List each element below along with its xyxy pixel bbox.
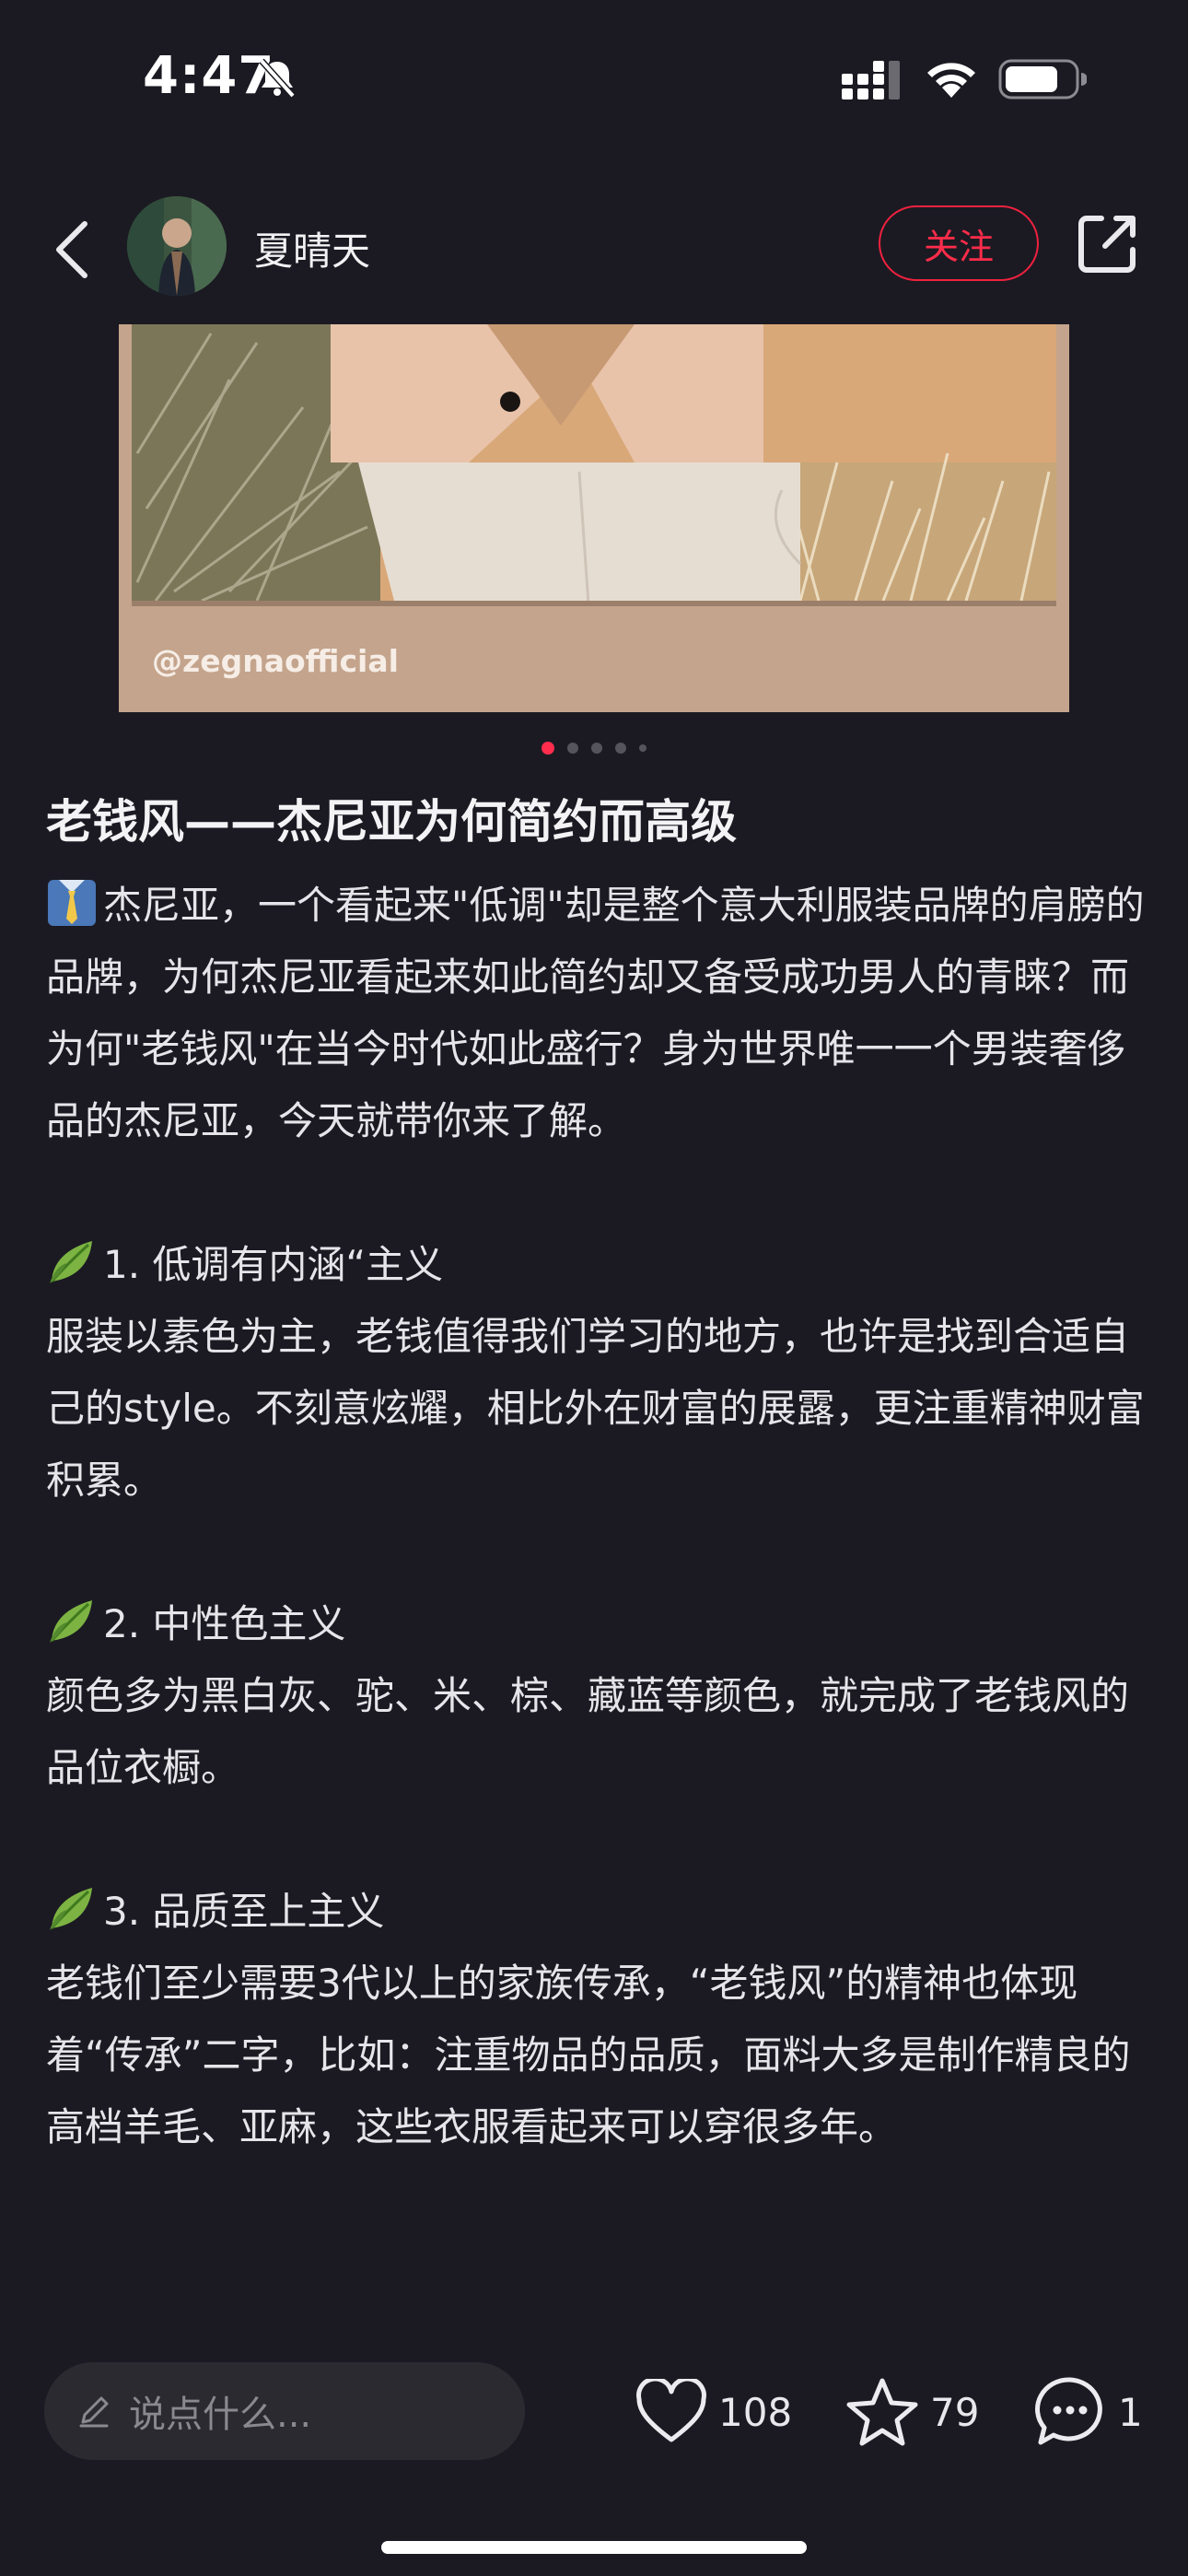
section-heading-text: 2. 中性色主义	[103, 1601, 346, 1646]
status-bar: 4:47	[0, 0, 1188, 166]
pencil-icon	[79, 2396, 109, 2428]
like-count: 108	[718, 2389, 793, 2435]
chevron-left-icon	[56, 221, 87, 278]
collect-button[interactable]: 79	[845, 2368, 979, 2456]
like-button[interactable]: 108	[635, 2368, 792, 2456]
leaf-emoji-icon	[50, 1241, 92, 1283]
carousel-dot-active[interactable]	[542, 742, 554, 755]
post-title: 老钱风——杰尼亚为何简约而高级	[46, 795, 737, 849]
author-name[interactable]: 夏晴天	[254, 220, 370, 276]
bell-mute-icon	[259, 58, 296, 99]
wifi-icon	[927, 63, 975, 98]
post-intro: 杰尼亚，一个看起来"低调"却是整个意大利服装品牌的肩膀的品牌，为何杰尼亚看起来如…	[46, 870, 1151, 1157]
post-body: 杰尼亚，一个看起来"低调"却是整个意大利服装品牌的肩膀的品牌，为何杰尼亚看起来如…	[46, 870, 1151, 2163]
share-button[interactable]	[1074, 209, 1142, 277]
cellular-signal-icon	[842, 61, 900, 100]
home-indicator[interactable]	[381, 2541, 807, 2554]
section-heading: 3. 品质至上主义	[46, 1876, 1151, 1948]
status-time: 4:47	[143, 46, 275, 106]
post-image[interactable]: @zegnaofficial	[119, 324, 1069, 712]
comment-placeholder: 说点什么...	[129, 2394, 312, 2436]
necktie-shirt-emoji-icon	[48, 880, 96, 926]
carousel-dot[interactable]	[567, 743, 578, 754]
carousel-dot[interactable]	[615, 743, 626, 754]
section-heading: 1. 低调有内涵“主义	[46, 1229, 1151, 1301]
follow-button[interactable]: 关注	[879, 205, 1039, 281]
section-text: 服装以素色为主，老钱值得我们学习的地方，也许是找到合适自己的style。不刻意炫…	[46, 1314, 1145, 1503]
nav-bar: 夏晴天 关注	[0, 189, 1188, 318]
collect-count: 79	[930, 2389, 980, 2435]
avatar-image	[127, 196, 227, 296]
comment-count: 1	[1118, 2389, 1143, 2435]
comment-button[interactable]: 1	[1033, 2368, 1143, 2456]
section-heading-text: 3. 品质至上主义	[103, 1889, 385, 1934]
section-heading-text: 1. 低调有内涵“主义	[103, 1242, 444, 1287]
avatar[interactable]	[127, 196, 227, 296]
image-watermark: @zegnaofficial	[152, 643, 399, 679]
leaf-emoji-icon	[50, 1600, 92, 1643]
carousel-dots	[0, 739, 1188, 757]
bottom-action-bar: 说点什么... 108 79 1	[0, 2331, 1188, 2478]
leaf-emoji-icon	[50, 1888, 92, 1930]
heart-icon	[636, 2379, 706, 2442]
carousel-dot[interactable]	[591, 743, 602, 754]
comment-bubble-icon	[1035, 2377, 1102, 2445]
section-heading: 2. 中性色主义	[46, 1588, 1151, 1660]
carousel-dot[interactable]	[639, 744, 646, 752]
star-icon	[846, 2378, 918, 2446]
battery-icon	[998, 59, 1087, 100]
post-intro-text: 杰尼亚，一个看起来"低调"却是整个意大利服装品牌的肩膀的品牌，为何杰尼亚看起来如…	[46, 883, 1145, 1143]
section-text: 老钱们至少需要3代以上的家族传承，“老钱风”的精神也体现着“传承”二字，比如：注…	[46, 1961, 1131, 2149]
section-text: 颜色多为黑白灰、驼、米、棕、藏蓝等颜色，就完成了老钱风的品位衣橱。	[46, 1673, 1130, 1790]
back-button[interactable]	[44, 213, 99, 287]
share-icon	[1078, 216, 1136, 273]
comment-input[interactable]: 说点什么...	[44, 2362, 525, 2460]
